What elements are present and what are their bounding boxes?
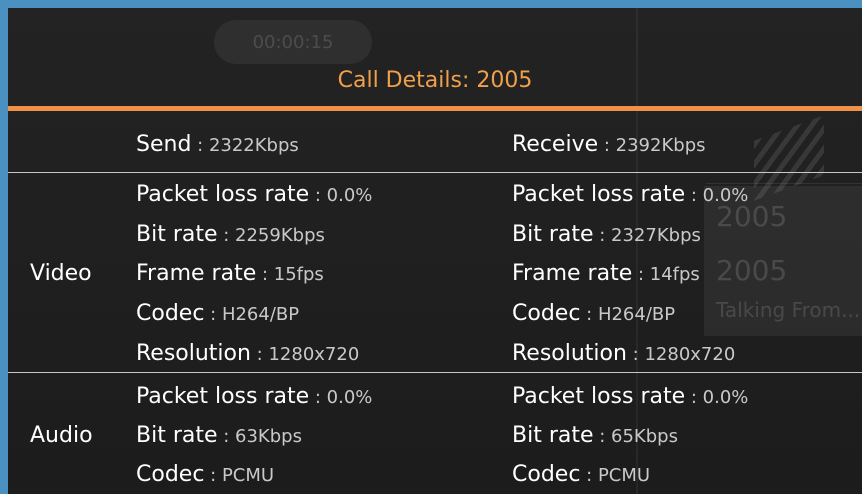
receive-label: Receive — [512, 132, 599, 157]
video-receive-stat-row: Resolution : 1280x720 — [512, 341, 736, 366]
video-receive-stat-row: Bit rate : 2327Kbps — [512, 222, 701, 247]
call-details-dialog: 00:00:15 2005 2005 Talking From... (2...… — [8, 8, 862, 494]
video-send-stat-row: Packet loss rate : 0.0% — [136, 182, 373, 207]
video-receive-stat-row: Codec : H264/BP — [512, 301, 676, 326]
screen-frame: 00:00:15 2005 2005 Talking From... (2...… — [0, 0, 862, 494]
section-divider — [8, 172, 862, 173]
receive-value: 2392Kbps — [615, 135, 706, 156]
send-label: Send — [136, 132, 192, 157]
video-send-stat-row: Codec : H264/BP — [136, 301, 300, 326]
video-send-stat-row: Resolution : 1280x720 — [136, 341, 360, 366]
receive-bandwidth: Receive : 2392Kbps — [512, 132, 706, 157]
background-contact-name-secondary: 2005 — [716, 254, 788, 287]
background-call-timer: 00:00:15 — [214, 20, 372, 64]
title-accent-bar — [8, 106, 862, 111]
dialog-title: Call Details: 2005 — [337, 68, 533, 93]
audio-receive-stat-row: Packet loss rate : 0.0% — [512, 384, 749, 409]
video-receive-stat-row: Frame rate : 14fps — [512, 261, 700, 286]
audio-send-stat-row: Packet loss rate : 0.0% — [136, 384, 373, 409]
audio-send-stat-row: Codec : PCMU — [136, 462, 275, 487]
send-bandwidth: Send : 2322Kbps — [136, 132, 299, 157]
section-divider — [8, 372, 862, 373]
video-send-stat-row: Bit rate : 2259Kbps — [136, 222, 325, 247]
send-value: 2322Kbps — [208, 135, 299, 156]
video-send-stat-row: Frame rate : 15fps — [136, 261, 324, 286]
video-receive-stat-row: Packet loss rate : 0.0% — [512, 182, 749, 207]
audio-receive-stat-row: Codec : PCMU — [512, 462, 651, 487]
background-call-status: Talking From... (2... — [716, 298, 862, 322]
audio-send-stat-row: Bit rate : 63Kbps — [136, 423, 302, 448]
video-section-label: Video — [30, 261, 92, 286]
audio-receive-stat-row: Bit rate : 65Kbps — [512, 423, 678, 448]
audio-section-label: Audio — [30, 423, 93, 448]
